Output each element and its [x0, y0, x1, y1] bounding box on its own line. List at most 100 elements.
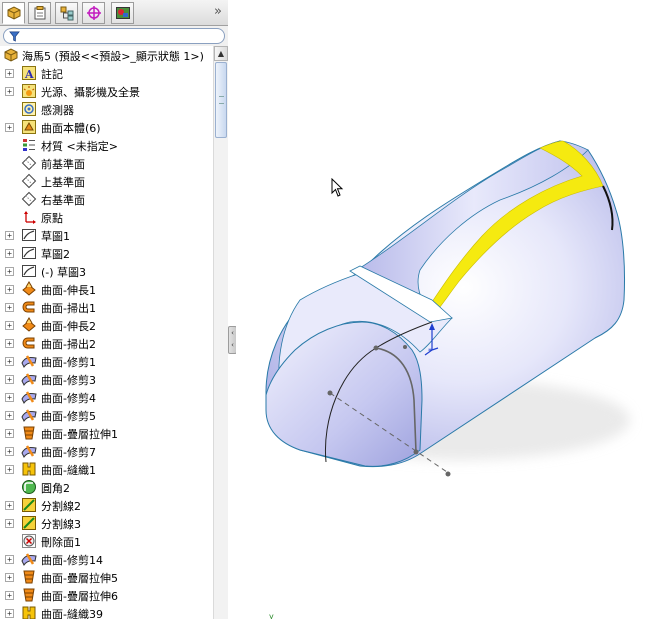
tab-overflow-button[interactable]: » [214, 4, 222, 19]
expand-toggle-icon[interactable]: + [5, 465, 14, 474]
tree-item[interactable]: 感測器 [0, 100, 213, 118]
tree-item-label: 曲面-修剪5 [41, 410, 96, 423]
tree-item-label: 圓角2 [41, 482, 70, 495]
tree-item-label: 註記 [41, 68, 63, 81]
expand-toggle-icon[interactable]: + [5, 555, 14, 564]
tree-item[interactable]: + 光源、攝影機及全景 [0, 82, 213, 100]
tree-item[interactable]: + 曲面-疊層拉伸6 [0, 586, 213, 604]
tree-item[interactable]: 前基準面 [0, 154, 213, 172]
expand-toggle-icon[interactable]: + [5, 501, 14, 510]
tree-item[interactable]: + 曲面-疊層拉伸1 [0, 424, 213, 442]
tree-item[interactable]: + 曲面-修剪4 [0, 388, 213, 406]
surface-trim-icon [21, 389, 37, 405]
expand-toggle-icon[interactable]: + [5, 69, 14, 78]
surface-loft-icon [21, 587, 37, 603]
expand-toggle-icon[interactable]: + [5, 249, 14, 258]
tree-item-label: 曲面-疊層拉伸6 [41, 590, 118, 603]
tree-item-label: 曲面-伸長2 [41, 320, 96, 333]
sketch-point-2[interactable] [413, 449, 419, 455]
tree-item[interactable]: + 草圖1 [0, 226, 213, 244]
expand-toggle-icon[interactable]: + [5, 321, 14, 330]
tree-item[interactable]: 上基準面 [0, 172, 213, 190]
panel-tab-bar: » [0, 0, 228, 26]
tree-item-label: 刪除面1 [41, 536, 81, 549]
tree-item[interactable]: + 曲面-縫織1 [0, 460, 213, 478]
tab-feature-manager[interactable] [2, 2, 25, 24]
expand-toggle-icon[interactable]: + [5, 429, 14, 438]
model-view[interactable]: * y [236, 0, 647, 619]
tree-item[interactable]: 材質 <未指定> [0, 136, 213, 154]
tree-item[interactable]: + 曲面-伸長1 [0, 280, 213, 298]
expand-toggle-icon[interactable]: + [5, 519, 14, 528]
surface-loft-icon [21, 425, 37, 441]
tree-item[interactable]: + 曲面-掃出1 [0, 298, 213, 316]
expand-toggle-icon[interactable]: + [5, 609, 14, 618]
scroll-up-button[interactable]: ▲ [214, 46, 228, 61]
tree-item-label: 分割線3 [41, 518, 81, 531]
tab-dimxpert-manager[interactable] [82, 2, 105, 24]
filter-row [0, 26, 228, 46]
sketch-point-1[interactable] [327, 390, 333, 396]
surface-trim-icon [21, 371, 37, 387]
tree-item[interactable]: + 曲面-修剪14 [0, 550, 213, 568]
material-icon [21, 137, 37, 153]
expand-toggle-icon[interactable]: + [5, 375, 14, 384]
tree-item-label: 草圖2 [41, 248, 70, 261]
tree-item-label: 曲面-修剪14 [41, 554, 103, 567]
expand-toggle-icon[interactable]: + [5, 87, 14, 96]
tree-item[interactable]: + 曲面本體(6) [0, 118, 213, 136]
tree-item[interactable]: + 草圖2 [0, 244, 213, 262]
tree-item-label: 曲面-掃出2 [41, 338, 96, 351]
surface-sweep-icon [21, 335, 37, 351]
tree-filter-input[interactable] [3, 28, 225, 44]
tree-item[interactable]: 圓角2 [0, 478, 213, 496]
tree-item[interactable]: + (-) 草圖3 [0, 262, 213, 280]
tree-item[interactable]: 原點 [0, 208, 213, 226]
tab-configuration-manager[interactable] [55, 2, 78, 24]
tree-item[interactable]: + 曲面-修剪5 [0, 406, 213, 424]
tree-item[interactable]: + A 註記 [0, 64, 213, 82]
expand-toggle-icon[interactable]: + [5, 285, 14, 294]
tree-item[interactable]: + 曲面-縫織39 [0, 604, 213, 619]
tree-item[interactable]: 刪除面1 [0, 532, 213, 550]
feature-tree: 海馬5 (預設<<預設>_顯示狀態 1>) + A 註記 + 光源、攝影機及全景 感測器 + 曲… [0, 46, 213, 619]
sketch-point-4[interactable] [373, 345, 379, 351]
tree-item[interactable]: + 曲面-伸長2 [0, 316, 213, 334]
tree-item[interactable]: + 曲面-掃出2 [0, 334, 213, 352]
surface-sweep-icon [21, 299, 37, 315]
plane-icon [21, 191, 37, 207]
expand-toggle-icon[interactable]: + [5, 573, 14, 582]
graphics-viewport[interactable]: * y [236, 0, 647, 619]
expand-toggle-icon[interactable]: + [5, 393, 14, 402]
tree-item[interactable]: + 曲面-修剪3 [0, 370, 213, 388]
tab-property-manager[interactable] [28, 2, 51, 24]
tree-item[interactable]: + 分割線3 [0, 514, 213, 532]
tree-scrollbar[interactable]: ▲ [213, 46, 228, 619]
tab-display-manager[interactable] [111, 2, 134, 24]
tree-item[interactable]: 右基準面 [0, 190, 213, 208]
expand-toggle-icon[interactable]: + [5, 411, 14, 420]
expand-toggle-icon[interactable]: + [5, 303, 14, 312]
tree-root-item[interactable]: 海馬5 (預設<<預設>_顯示狀態 1>) [0, 46, 213, 64]
tree-item[interactable]: + 曲面-修剪7 [0, 442, 213, 460]
sketch-point-3[interactable] [445, 471, 451, 477]
tree-item[interactable]: + 分割線2 [0, 496, 213, 514]
dimxpert-icon [86, 6, 101, 20]
feature-tree-icon [7, 6, 20, 20]
configuration-manager-icon [60, 6, 73, 21]
expand-toggle-icon[interactable]: + [5, 591, 14, 600]
expand-toggle-icon[interactable]: + [5, 447, 14, 456]
expand-toggle-icon[interactable]: + [5, 231, 14, 240]
expand-toggle-icon[interactable]: + [5, 339, 14, 348]
split-line-icon [21, 497, 37, 513]
panel-splitter[interactable] [228, 0, 236, 619]
tree-item[interactable]: + 曲面-疊層拉伸5 [0, 568, 213, 586]
scroll-thumb[interactable] [215, 62, 227, 138]
expand-toggle-icon[interactable]: + [5, 357, 14, 366]
sketch-point-5[interactable] [403, 345, 407, 349]
tree-item-label: (-) 草圖3 [41, 266, 87, 279]
tree-item-label: 海馬5 (預設<<預設>_顯示狀態 1>) [22, 50, 204, 63]
tree-item[interactable]: + 曲面-修剪1 [0, 352, 213, 370]
expand-toggle-icon[interactable]: + [5, 123, 14, 132]
expand-toggle-icon[interactable]: + [5, 267, 14, 276]
